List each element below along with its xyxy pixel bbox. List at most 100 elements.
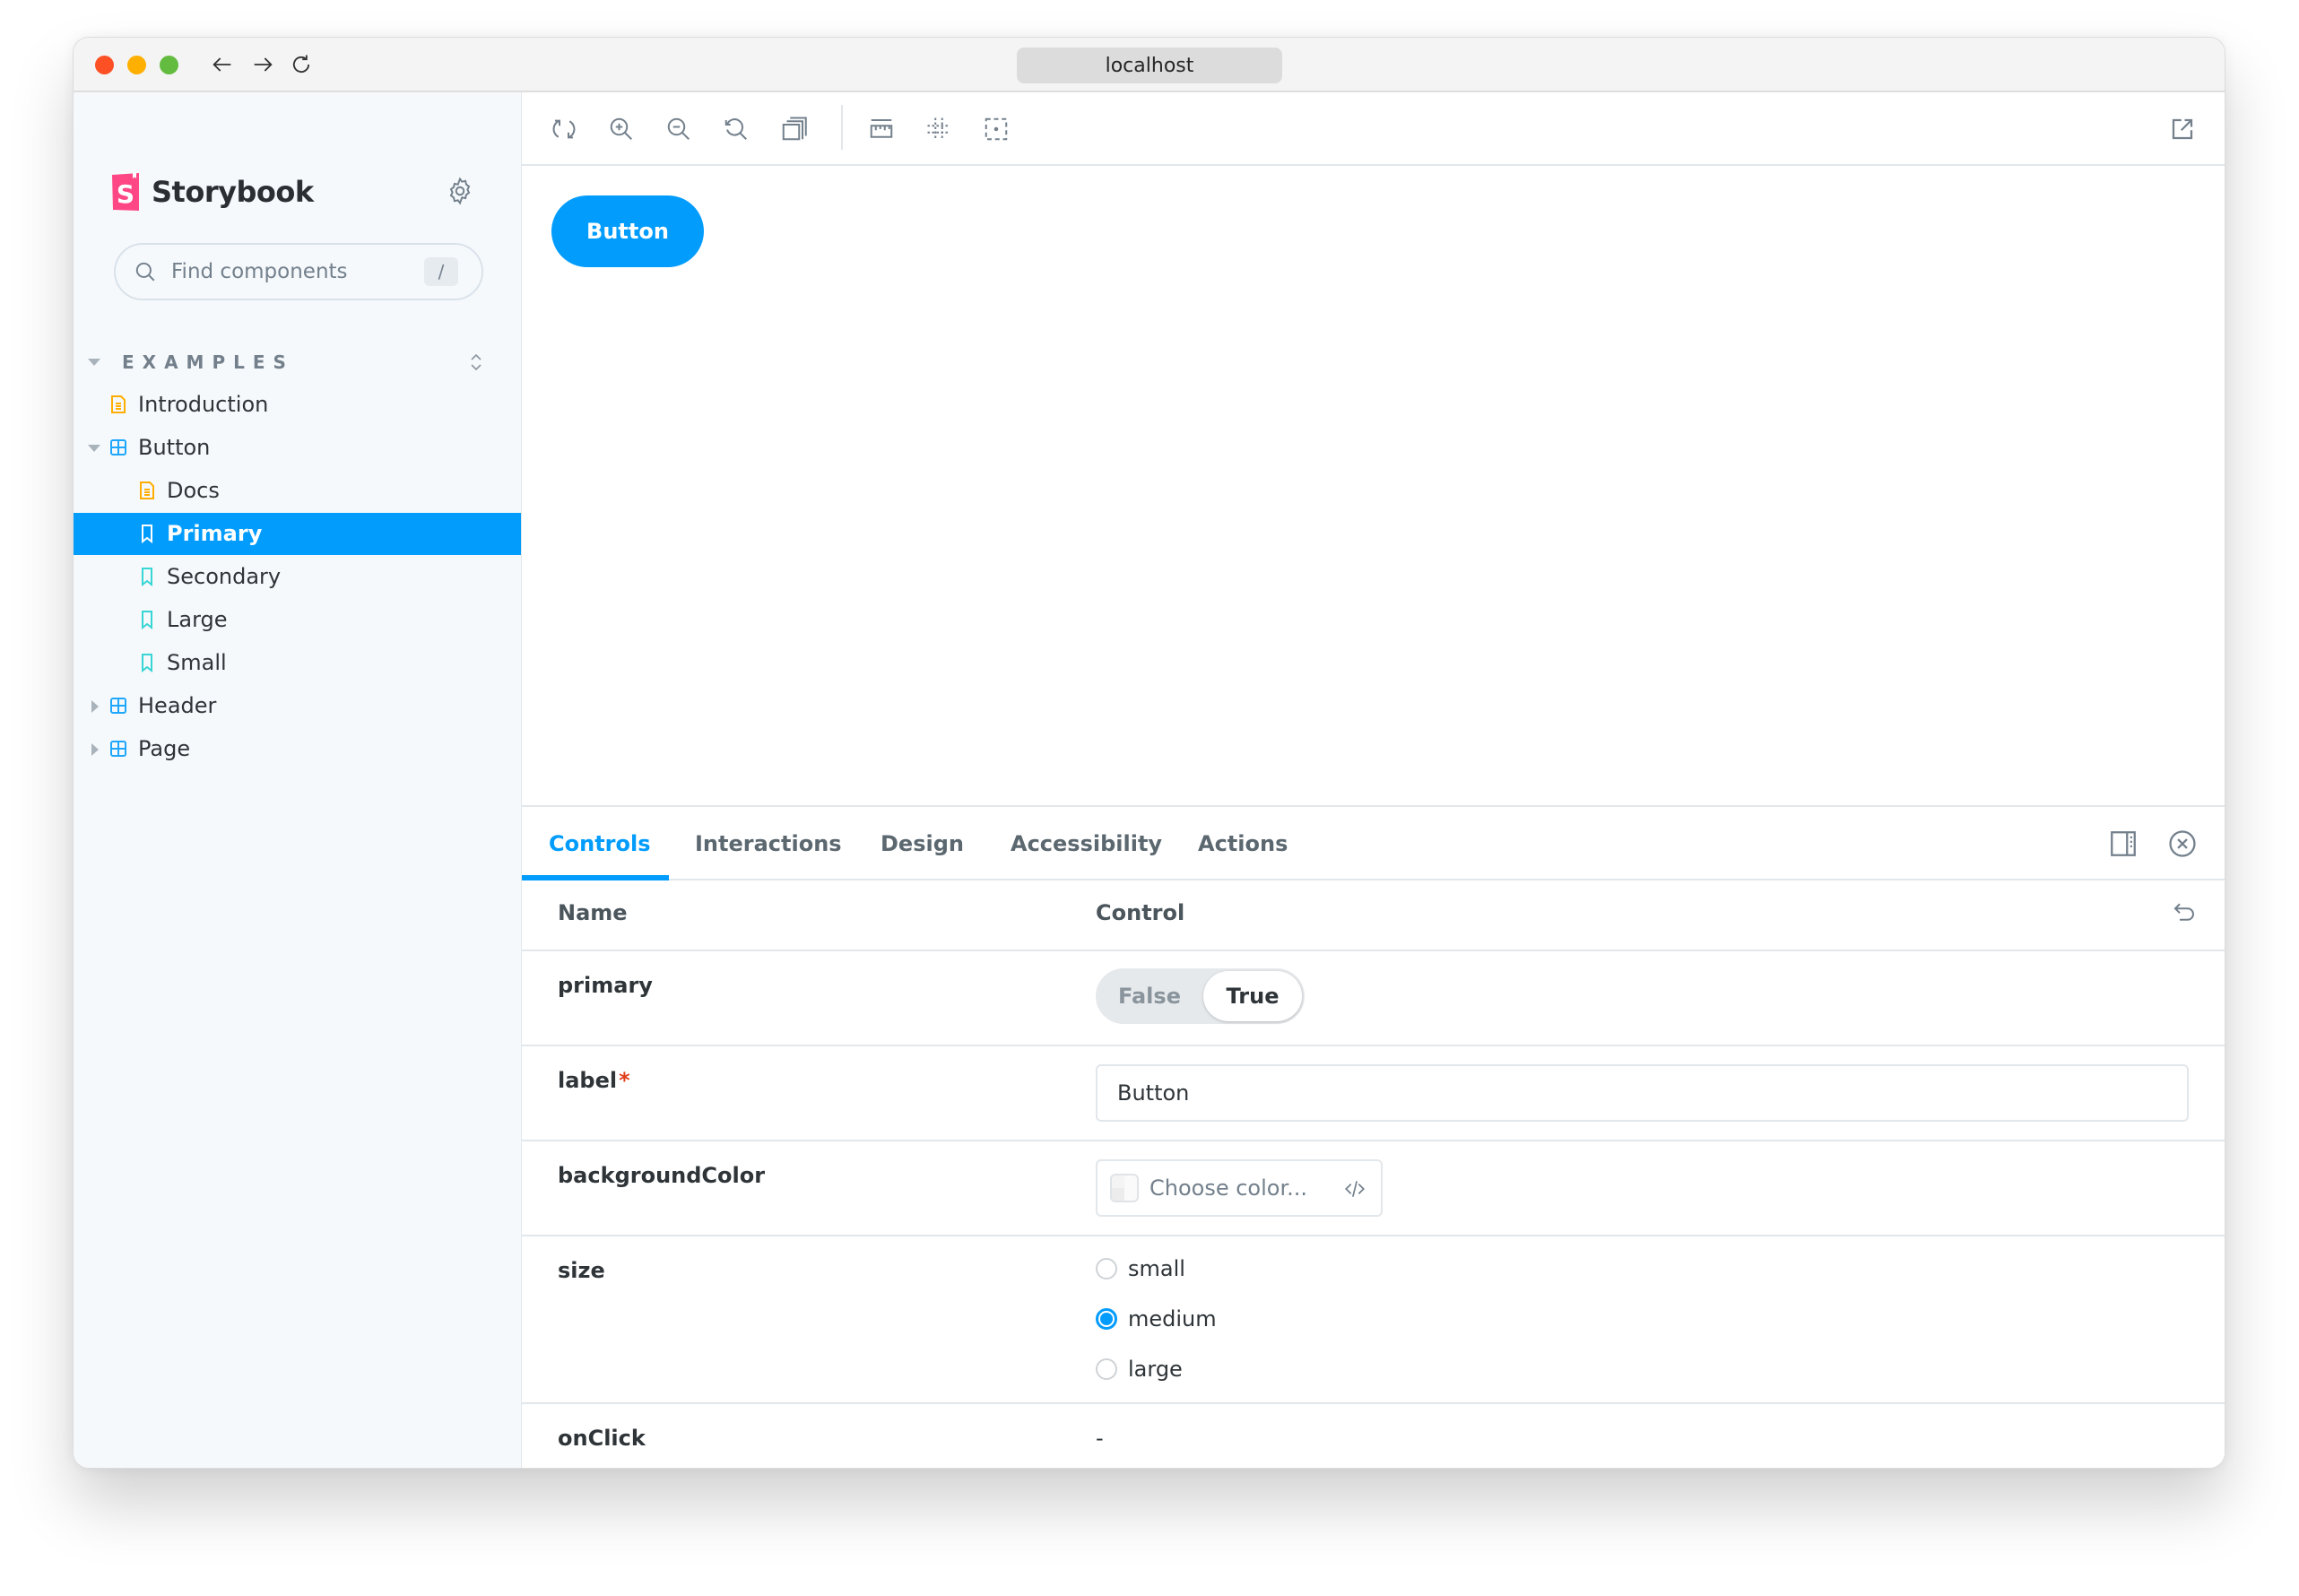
sidebar-item-page[interactable]: Page <box>74 728 521 770</box>
size-option-large[interactable]: large <box>1096 1351 1183 1387</box>
sidebar-item-label: Page <box>138 736 191 761</box>
onclick-value: - <box>1096 1426 1104 1451</box>
outline-icon <box>985 117 1008 141</box>
toggle-option-false[interactable]: False <box>1096 968 1203 1024</box>
sidebar-item-introduction[interactable]: Introduction <box>74 384 521 426</box>
radio-button[interactable] <box>1096 1258 1117 1279</box>
remount-button[interactable] <box>549 114 579 144</box>
radio-label: small <box>1128 1256 1185 1281</box>
zoom-in-button[interactable] <box>606 114 637 144</box>
measure-icon <box>870 119 893 138</box>
sidebar-right-icon[interactable] <box>2108 828 2139 859</box>
sidebar-item-label: Docs <box>167 478 220 503</box>
addon-tabs: Controls Interactions Design Accessibili… <box>522 807 2225 880</box>
sidebar-item-label: Button <box>138 435 211 460</box>
outline-button[interactable] <box>981 114 1011 144</box>
code-icon[interactable] <box>1343 1177 1366 1201</box>
background-color-picker[interactable]: Choose color... <box>1096 1159 1383 1217</box>
backgrounds-button[interactable] <box>778 114 809 144</box>
settings-button[interactable] <box>445 176 475 206</box>
column-header-name: Name <box>558 900 628 925</box>
reset-controls-icon[interactable] <box>2171 898 2198 925</box>
storybook-logo[interactable]: S Storybook <box>110 173 314 211</box>
bookmark-icon <box>138 524 156 543</box>
sidebar-item-secondary[interactable]: Secondary <box>74 556 521 598</box>
grid-icon <box>927 117 950 141</box>
sidebar-item-button[interactable]: Button <box>74 427 521 469</box>
required-indicator: * <box>619 1068 630 1093</box>
search-input[interactable] <box>171 260 413 283</box>
primary-boolean-toggle[interactable]: False True <box>1096 968 1305 1024</box>
reload-icon <box>292 55 310 73</box>
radio-button-checked[interactable] <box>1096 1308 1117 1330</box>
maximize-window-button[interactable] <box>160 56 178 74</box>
close-window-button[interactable] <box>95 56 114 74</box>
sidebar-item-small[interactable]: Small <box>74 642 521 684</box>
sidebar-item-docs[interactable]: Docs <box>74 470 521 512</box>
tab-label: Controls <box>549 831 651 856</box>
back-button[interactable] <box>206 48 239 81</box>
document-icon <box>109 395 127 414</box>
gear-icon <box>449 177 471 205</box>
group-label: EXAMPLES <box>122 351 294 373</box>
label-text-input[interactable] <box>1096 1064 2189 1122</box>
addons-panel: Controls Interactions Design Accessibili… <box>522 805 2225 1468</box>
zoom-out-button[interactable] <box>664 114 694 144</box>
toggle-option-true[interactable]: True <box>1203 971 1302 1021</box>
search-box[interactable]: / <box>114 243 483 300</box>
zoom-reset-button[interactable] <box>721 114 751 144</box>
tab-interactions[interactable]: Interactions <box>695 807 842 880</box>
measure-button[interactable] <box>866 114 897 144</box>
toolbar-separator <box>841 105 843 150</box>
close-circle-icon[interactable] <box>2167 828 2198 859</box>
radio-label: large <box>1128 1357 1183 1382</box>
remount-icon <box>552 119 576 139</box>
preview-primary-button[interactable]: Button <box>551 195 704 267</box>
tab-controls[interactable]: Controls <box>549 807 651 880</box>
brand-name: Storybook <box>152 175 314 209</box>
color-swatch[interactable] <box>1110 1174 1139 1202</box>
bookmark-icon <box>138 567 156 586</box>
caret-down-icon <box>88 359 100 366</box>
radio-button[interactable] <box>1096 1358 1117 1380</box>
expand-collapse-all-icon[interactable] <box>466 350 486 375</box>
forward-button[interactable] <box>247 48 279 81</box>
tab-actions[interactable]: Actions <box>1198 807 1288 880</box>
arrow-right-icon <box>254 57 273 72</box>
tab-label: Design <box>881 831 964 856</box>
zoom-reset-icon <box>724 118 747 140</box>
sidebar-item-header[interactable]: Header <box>74 685 521 727</box>
tab-label: Interactions <box>695 831 842 856</box>
minimize-window-button[interactable] <box>127 56 146 74</box>
sidebar-item-primary[interactable]: Primary <box>74 513 521 555</box>
document-icon <box>138 481 156 500</box>
address-bar[interactable]: localhost <box>1017 48 1282 83</box>
sidebar-item-large[interactable]: Large <box>74 599 521 641</box>
radio-label: medium <box>1128 1306 1217 1331</box>
control-row-size: size small medium large <box>522 1236 2225 1404</box>
group-header-examples[interactable]: EXAMPLES <box>74 346 521 378</box>
control-row-primary: primary False True <box>522 951 2225 1046</box>
control-name: primary <box>558 973 653 998</box>
control-name: size <box>558 1258 605 1283</box>
tab-design[interactable]: Design <box>881 807 964 880</box>
sidebar-item-label: Small <box>167 650 227 675</box>
control-name: onClick <box>558 1426 646 1451</box>
search-shortcut-hint: / <box>424 257 458 286</box>
open-in-new-tab-button[interactable] <box>2167 114 2198 144</box>
address-bar-url: localhost <box>1105 54 1194 77</box>
caret-right-icon[interactable] <box>91 700 99 713</box>
caret-right-icon[interactable] <box>91 743 99 756</box>
zoom-in-icon <box>610 117 632 140</box>
size-option-medium[interactable]: medium <box>1096 1301 1217 1337</box>
caret-down-icon[interactable] <box>88 445 100 452</box>
reload-button[interactable] <box>285 48 317 81</box>
control-name: backgroundColor <box>558 1163 766 1188</box>
size-option-small[interactable]: small <box>1096 1251 1185 1287</box>
tab-label: Accessibility <box>1011 831 1163 856</box>
component-icon <box>109 696 127 716</box>
grid-button[interactable] <box>924 114 954 144</box>
sidebar-item-label: Secondary <box>167 564 282 589</box>
tab-accessibility[interactable]: Accessibility <box>1011 807 1162 880</box>
sidebar-item-label: Introduction <box>138 392 269 417</box>
